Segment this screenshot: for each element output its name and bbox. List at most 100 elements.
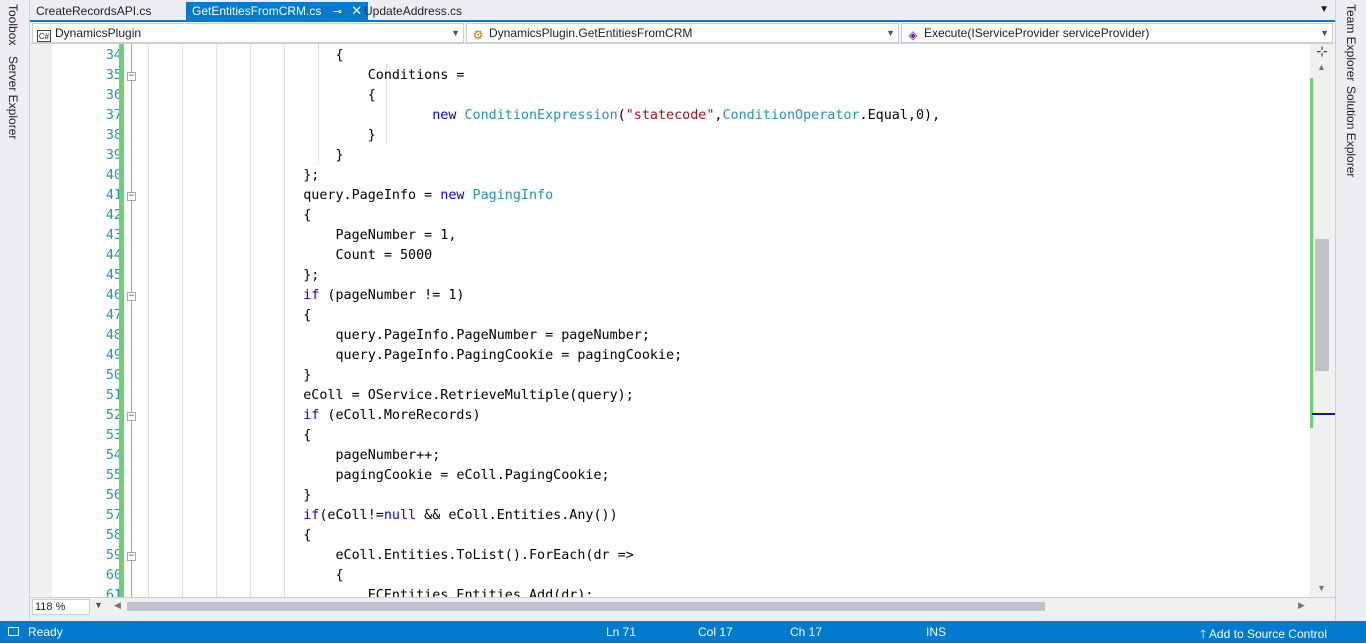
code-text-area[interactable]: { Conditions = { new ConditionExpression… [142,44,1310,597]
scroll-down-icon[interactable]: ▼ [1317,583,1326,593]
chevron-down-icon: ▼ [886,28,895,38]
code-token: pagingCookie = eColl.PagingCookie; [142,468,610,483]
document-tab-bar: CreateRecordsAPI.cs GetEntitiesFromCRM.c… [30,0,1335,22]
code-token: { [142,208,312,223]
code-line[interactable]: pagingCookie = eColl.PagingCookie; [142,466,610,486]
tab-update-address[interactable]: UpdateAddress.cs [358,2,468,20]
tab-list-dropdown-icon[interactable]: ▼ [1319,4,1329,15]
code-line[interactable]: { [142,86,376,106]
string-token: "statecode" [625,108,715,123]
code-token: { [142,528,312,543]
navigation-bar: C# DynamicsPlugin ▼ ⚙ DynamicsPlugin.GetEn… [30,22,1335,44]
code-line[interactable]: if(eColl!=null && eColl.Entities.Any()) [142,506,618,526]
method-icon: ◈ [908,28,918,42]
line-number: 35 [105,68,122,83]
scroll-right-icon[interactable]: ▶ [1298,600,1305,611]
code-line[interactable]: { [142,206,311,226]
chevron-down-icon[interactable]: ▼ [94,600,103,610]
horizontal-scroll-thumb[interactable] [127,602,1045,611]
code-line[interactable]: }; [142,266,319,286]
code-line[interactable]: Count = 5000 [142,246,432,266]
code-line[interactable]: { [142,526,311,546]
arrow-up-icon: 🡑 [1200,627,1207,641]
code-line[interactable]: query.PageInfo.PagingCookie = pagingCook… [142,346,682,366]
code-token: && eColl.Entities.Any()) [416,508,618,523]
code-line[interactable]: eColl.Entities.ToList().ForEach(dr => [142,546,634,566]
line-number: 34 [105,48,122,63]
vertical-scroll-thumb[interactable] [1315,239,1329,371]
toolbox-tab[interactable]: Toolbox [6,4,20,45]
code-line[interactable]: pageNumber++; [142,446,440,466]
split-window-icon[interactable]: ⊹ [1315,44,1329,59]
tab-label: CreateRecordsAPI.cs [36,4,152,18]
code-token: (pageNumber != 1) [319,288,465,303]
collapse-region-icon[interactable]: − [127,412,136,421]
code-token: query.PageInfo.PagingCookie = pagingCook… [142,348,683,363]
code-token: { [142,88,376,103]
code-line[interactable]: } [142,126,376,146]
pin-icon[interactable]: ⊸ [333,3,342,21]
member-dropdown[interactable]: ◈ Execute(IServiceProvider serviceProvide… [901,23,1333,43]
code-line[interactable]: PageNumber = 1, [142,226,456,246]
code-token: ( [617,108,626,123]
scroll-left-icon[interactable]: ◀ [114,600,121,611]
status-insert-mode: INS [926,625,947,639]
code-line[interactable]: new ConditionExpression("statecode",Cond… [142,106,940,126]
code-token: eColl.Entities.ToList().ForEach(dr => [142,548,634,563]
source-control-button[interactable]: 🡑 Add to Source Control [1200,625,1327,643]
line-number: 41 [105,188,122,203]
team-explorer-tab[interactable]: Team Explorer [1344,4,1358,81]
code-line[interactable]: if (pageNumber != 1) [142,286,465,306]
code-line[interactable]: } [142,146,343,166]
line-number: 44 [105,248,122,263]
tab-create-records-api[interactable]: CreateRecordsAPI.cs [30,2,157,20]
line-number: 52 [105,408,122,423]
code-line[interactable]: { [142,566,343,586]
chevron-down-icon: ▼ [451,28,460,38]
code-line[interactable]: eColl = OService.RetrieveMultiple(query)… [142,386,634,406]
code-line[interactable]: { [142,306,311,326]
solution-explorer-tab[interactable]: Solution Explorer [1344,86,1358,177]
code-line[interactable]: { [142,46,343,66]
code-line[interactable]: ECEntities.Entities.Add(dr); [142,586,594,597]
vertical-scrollbar[interactable]: ⊹ ▲ ▼ [1310,44,1335,597]
member-dropdown-value: Execute(IServiceProvider serviceProvider… [924,26,1150,40]
keyword-token: if [303,508,320,523]
code-line[interactable]: } [142,486,311,506]
tab-label: UpdateAddress.cs [364,4,463,18]
code-line[interactable]: }; [142,166,319,186]
collapse-region-icon[interactable]: − [127,292,136,301]
code-line[interactable]: query.PageInfo.PageNumber = pageNumber; [142,326,649,346]
code-token: eColl = OService.RetrieveMultiple(query)… [142,388,634,403]
collapse-region-icon[interactable]: − [127,72,136,81]
code-line[interactable]: } [142,366,311,386]
keyword-token: new [432,108,457,123]
scroll-up-icon[interactable]: ▲ [1317,62,1326,72]
code-token: }; [142,168,320,183]
code-token: (eColl!= [319,508,384,523]
type-token: ConditionOperator [722,108,860,123]
indicator-margin[interactable] [30,44,52,597]
code-line[interactable]: { [142,426,311,446]
project-dropdown[interactable]: C# DynamicsPlugin ▼ [32,23,464,43]
line-number: 54 [105,448,122,463]
status-char: Ch 17 [790,625,823,639]
code-token: ECEntities.Entities.Add(dr); [142,588,594,597]
zoom-level-combo[interactable]: 118 % [32,599,90,615]
code-line[interactable]: if (eColl.MoreRecords) [142,406,480,426]
code-line[interactable]: Conditions = [142,66,465,86]
line-number: 48 [105,328,122,343]
collapse-region-icon[interactable]: − [127,192,136,201]
tab-get-entities-from-crm[interactable]: GetEntitiesFromCRM.cs ⊸ ✕ [186,2,369,22]
code-line[interactable]: query.PageInfo = new PagingInfo [142,186,553,206]
collapse-region-icon[interactable]: − [127,552,136,561]
line-number: 59 [105,548,122,563]
left-tool-strip: Toolbox Server Explorer [0,0,30,621]
server-explorer-tab[interactable]: Server Explorer [6,56,20,139]
line-number: 56 [105,488,122,503]
code-editor[interactable]: 34 35 36 37 38 39 40 41 42 43 44 45 46 47 48 49 50 51 52 53… [30,44,1335,597]
line-number: 51 [105,388,122,403]
type-dropdown[interactable]: ⚙ DynamicsPlugin.GetEntitiesFromCRM ▼ [466,23,899,43]
